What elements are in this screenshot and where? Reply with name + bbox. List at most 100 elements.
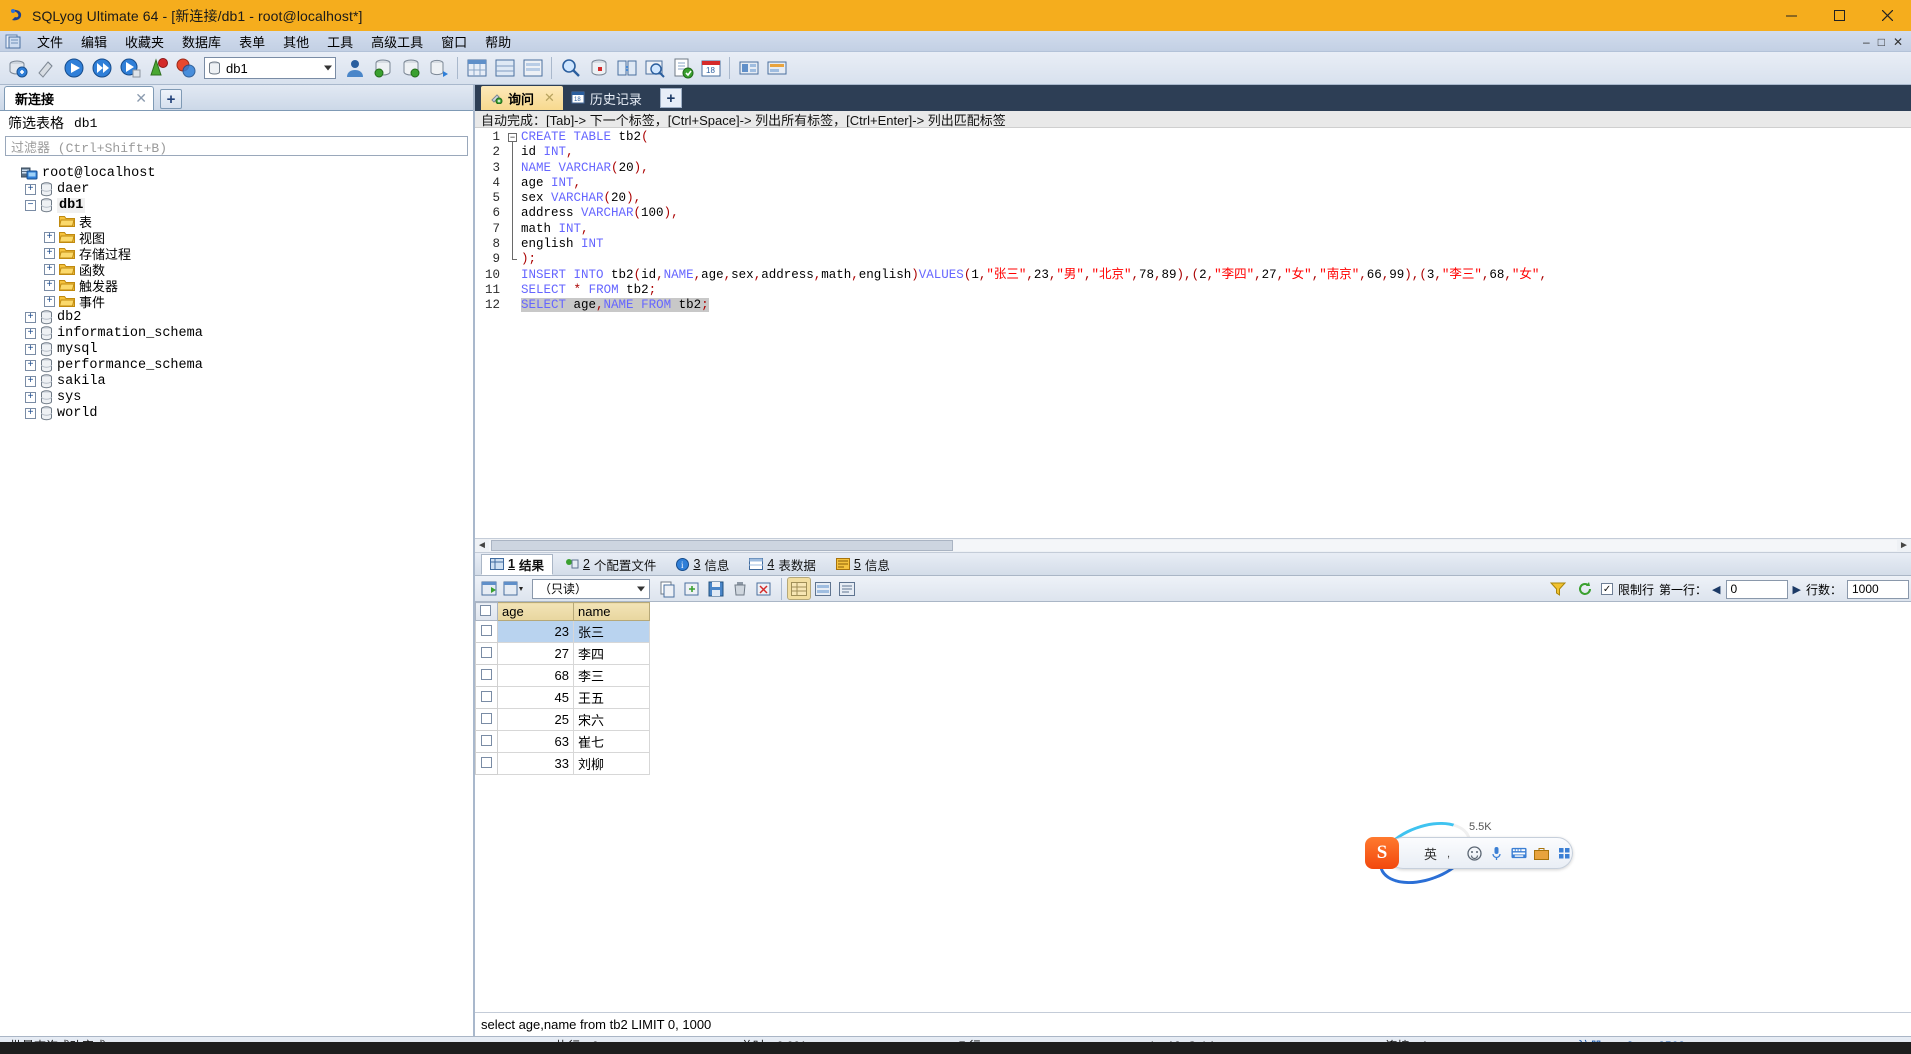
schema-designer-icon[interactable] xyxy=(585,55,612,82)
readonly-selector[interactable]: （只读） xyxy=(532,578,650,599)
menu-edit[interactable]: 编辑 xyxy=(72,30,116,53)
cell-age[interactable]: 27 xyxy=(497,642,574,665)
mdi-minimize-button[interactable]: – xyxy=(1863,35,1870,49)
discard-changes-icon[interactable] xyxy=(753,578,775,599)
maximize-button[interactable] xyxy=(1815,0,1863,31)
refresh-icon[interactable] xyxy=(1574,579,1596,600)
grid-view-mode-icon[interactable] xyxy=(787,577,811,600)
tree-node-[interactable]: + 触发器 xyxy=(0,277,473,294)
insert-row-icon[interactable] xyxy=(681,578,703,599)
column-header-age[interactable]: age xyxy=(497,602,574,621)
tools-options-icon[interactable] xyxy=(735,55,762,82)
cell-name[interactable]: 李四 xyxy=(573,642,650,665)
expand-icon[interactable]: + xyxy=(44,231,55,243)
scrollbar-thumb[interactable] xyxy=(491,540,953,551)
expand-icon[interactable]: + xyxy=(25,391,36,403)
row-checkbox-cell[interactable] xyxy=(475,730,498,753)
user-manager-icon[interactable] xyxy=(341,55,368,82)
expand-icon[interactable]: + xyxy=(44,263,55,275)
tree-node-daer[interactable]: + daer xyxy=(0,181,473,197)
tree-node-sys[interactable]: + sys xyxy=(0,389,473,405)
menu-tools[interactable]: 工具 xyxy=(318,30,362,53)
execute-query-icon[interactable] xyxy=(60,55,87,82)
cell-age[interactable]: 45 xyxy=(497,686,574,709)
close-icon[interactable]: ✕ xyxy=(135,90,147,107)
cell-age[interactable]: 25 xyxy=(497,708,574,731)
form-view-icon[interactable] xyxy=(519,55,546,82)
tree-node-performance_schema[interactable]: + performance_schema xyxy=(0,357,473,373)
column-header-name[interactable]: name xyxy=(573,602,650,621)
row-checkbox[interactable] xyxy=(481,647,492,658)
menu-database[interactable]: 数据库 xyxy=(173,30,230,53)
connection-tab-new[interactable]: 新连接 ✕ xyxy=(4,86,154,110)
result-grid-wrapper[interactable]: age name 23 张三 27 李四 68 李三 45 王五 25 宋六 63 崔七 33 刘柳 xyxy=(475,602,1911,1012)
row-checkbox-cell[interactable] xyxy=(475,686,498,709)
sync-db-icon[interactable] xyxy=(425,55,452,82)
execute-current-icon[interactable] xyxy=(116,55,143,82)
scroll-right-icon[interactable]: ► xyxy=(1897,540,1911,551)
editor-horizontal-scrollbar[interactable]: ◄ ► xyxy=(475,538,1911,553)
tree-node-[interactable]: + 函数 xyxy=(0,261,473,278)
row-checkbox[interactable] xyxy=(481,691,492,702)
add-query-tab-button[interactable]: + xyxy=(659,88,682,108)
tree-node-[interactable]: + 存储过程 xyxy=(0,245,473,262)
row-checkbox-cell[interactable] xyxy=(475,620,498,643)
tab-history[interactable]: 18 历史记录 xyxy=(563,86,650,110)
find-icon[interactable] xyxy=(557,55,584,82)
new-connection-icon[interactable] xyxy=(4,55,31,82)
backup-db-icon[interactable] xyxy=(369,55,396,82)
minimize-button[interactable] xyxy=(1767,0,1815,31)
expand-icon[interactable]: + xyxy=(25,311,36,323)
sql-code-text[interactable]: CREATE TABLE tb2(id INT, NAME VARCHAR(20)… xyxy=(521,128,1911,538)
row-checkbox[interactable] xyxy=(481,757,492,768)
scrollbar-track[interactable] xyxy=(489,540,1897,551)
expand-icon[interactable]: + xyxy=(25,343,36,355)
collapse-icon[interactable]: − xyxy=(25,199,36,211)
code-fold-column[interactable]: − xyxy=(505,128,521,538)
table-row[interactable]: 25 宋六 xyxy=(475,708,650,731)
close-icon[interactable]: ✕ xyxy=(544,90,555,106)
text-view-mode-icon[interactable] xyxy=(836,578,858,599)
form-view-mode-icon[interactable] xyxy=(812,578,834,599)
limit-rows-checkbox[interactable]: ✓ xyxy=(1601,583,1614,595)
restore-db-icon[interactable] xyxy=(397,55,424,82)
rowcount-input[interactable]: 1000 xyxy=(1847,579,1909,599)
row-checkbox-cell[interactable] xyxy=(475,642,498,665)
mdi-restore-button[interactable]: □ xyxy=(1878,35,1885,49)
cell-age[interactable]: 23 xyxy=(497,620,574,643)
menu-advanced-tools[interactable]: 高级工具 xyxy=(362,30,432,53)
grid-refresh-icon[interactable] xyxy=(479,578,501,599)
cell-age[interactable]: 63 xyxy=(497,730,574,753)
result-tab-4[interactable]: 4 表数据 xyxy=(741,554,823,575)
data-search-icon[interactable] xyxy=(641,55,668,82)
tree-node-mysql[interactable]: + mysql xyxy=(0,341,473,357)
cell-age[interactable]: 68 xyxy=(497,664,574,687)
tree-node-sakila[interactable]: + sakila xyxy=(0,373,473,389)
cell-name[interactable]: 宋六 xyxy=(573,708,650,731)
tree-node-[interactable]: + 事件 xyxy=(0,293,473,310)
cell-age[interactable]: 33 xyxy=(497,752,574,775)
expand-icon[interactable]: + xyxy=(25,327,36,339)
database-selector[interactable]: db1 xyxy=(204,57,336,79)
row-checkbox-cell[interactable] xyxy=(475,664,498,687)
tree-node-[interactable]: + 视图 xyxy=(0,229,473,246)
tree-node-world[interactable]: + world xyxy=(0,405,473,421)
grid-view-icon[interactable] xyxy=(491,55,518,82)
menu-form[interactable]: 表单 xyxy=(230,30,274,53)
copy-row-icon[interactable] xyxy=(657,578,679,599)
row-checkbox[interactable] xyxy=(481,713,492,724)
table-row[interactable]: 27 李四 xyxy=(475,642,650,665)
grid-export-dropdown-icon[interactable] xyxy=(503,578,525,599)
cell-name[interactable]: 崔七 xyxy=(573,730,650,753)
tree-node-information_schema[interactable]: + information_schema xyxy=(0,325,473,341)
table-row[interactable]: 68 李三 xyxy=(475,664,650,687)
prev-page-icon[interactable]: ◀ xyxy=(1712,583,1720,596)
scroll-left-icon[interactable]: ◄ xyxy=(475,540,489,551)
table-row[interactable]: 45 王五 xyxy=(475,686,650,709)
mdi-close-button[interactable]: ✕ xyxy=(1893,35,1903,49)
table-row[interactable]: 23 张三 xyxy=(475,620,650,643)
expand-icon[interactable]: + xyxy=(44,247,55,259)
cell-name[interactable]: 王五 xyxy=(573,686,650,709)
add-connection-tab-button[interactable]: + xyxy=(160,89,182,109)
preferences-icon[interactable] xyxy=(763,55,790,82)
